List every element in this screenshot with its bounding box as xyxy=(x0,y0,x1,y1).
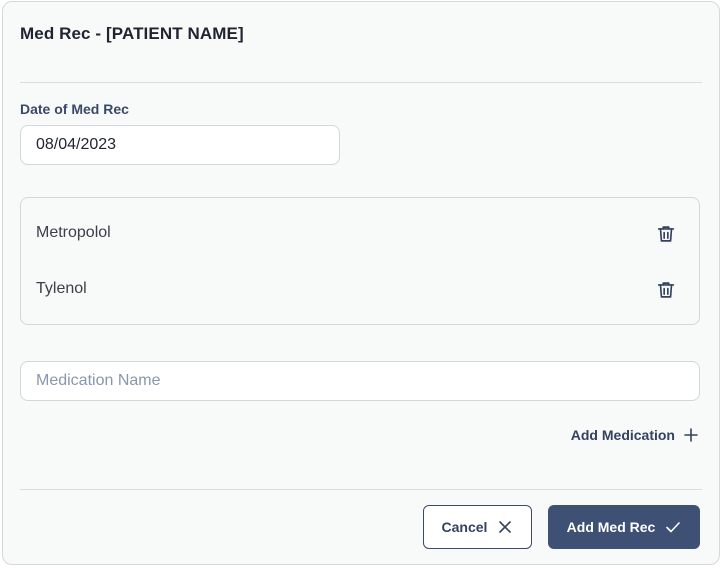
medication-item: Tylenol xyxy=(21,270,699,310)
dialog-title: Med Rec - [PATIENT NAME] xyxy=(20,24,244,43)
footer-divider xyxy=(20,489,702,490)
trash-icon[interactable] xyxy=(655,279,677,301)
cancel-button[interactable]: Cancel xyxy=(423,505,532,549)
header-divider xyxy=(20,82,702,83)
date-label: Date of Med Rec xyxy=(20,101,129,117)
date-input[interactable] xyxy=(20,125,340,165)
medication-name-input[interactable] xyxy=(20,361,700,401)
add-medication-button[interactable]: Add Medication xyxy=(571,424,699,446)
submit-label: Add Med Rec xyxy=(566,519,656,535)
check-icon xyxy=(666,522,681,533)
close-icon xyxy=(499,521,512,533)
add-medication-label: Add Medication xyxy=(570,427,675,443)
medication-name: Metropolol xyxy=(36,224,111,241)
med-rec-dialog: Med Rec - [PATIENT NAME] Date of Med Rec… xyxy=(2,1,720,565)
plus-icon xyxy=(684,428,698,442)
medication-name: Tylenol xyxy=(36,280,87,297)
medication-list: Metropolol Tylenol xyxy=(20,197,700,325)
trash-icon[interactable] xyxy=(655,223,677,245)
cancel-label: Cancel xyxy=(441,519,488,535)
add-med-rec-button[interactable]: Add Med Rec xyxy=(548,505,700,549)
medication-item: Metropolol xyxy=(21,214,699,254)
